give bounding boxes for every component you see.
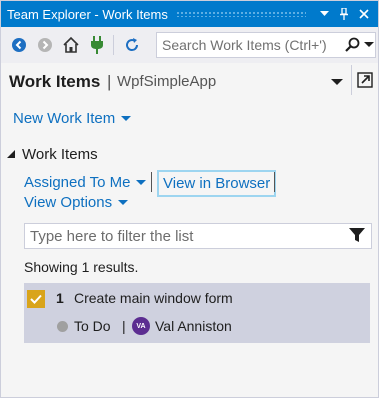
chevron-down-icon	[136, 179, 147, 185]
header-separator: |	[107, 72, 112, 91]
search-input[interactable]	[157, 37, 342, 53]
refresh-icon	[126, 38, 139, 51]
section-title: Work Items	[22, 146, 98, 163]
forward-icon	[38, 38, 52, 52]
team-explorer-window: Team Explorer - Work Items Search Work I…	[0, 0, 379, 398]
work-item-title[interactable]: Create main window form	[74, 290, 233, 306]
drag-grip[interactable]	[175, 11, 306, 17]
filter-icon[interactable]	[349, 227, 365, 243]
work-item-row[interactable]: 1 Create main window form To Do | VA Val…	[24, 283, 370, 343]
work-item-id: 1	[56, 290, 64, 306]
new-work-item-link[interactable]: New Work Item	[13, 110, 132, 127]
collapse-triangle-icon	[7, 150, 15, 158]
close-button[interactable]	[354, 1, 374, 27]
view-in-browser-link[interactable]: View in Browser	[157, 170, 277, 197]
view-options-link[interactable]: View Options	[24, 194, 129, 211]
avatar: VA	[132, 317, 150, 335]
toolbar-separator	[113, 35, 114, 55]
forward-button[interactable]	[33, 33, 57, 57]
task-type-icon	[27, 290, 45, 308]
back-button[interactable]	[7, 33, 31, 57]
new-work-item-label: New Work Item	[13, 110, 116, 127]
filter-input[interactable]	[25, 227, 340, 245]
link-separator	[151, 172, 152, 192]
work-item-assignee: Val Anniston	[155, 318, 232, 334]
window-title: Team Explorer - Work Items	[7, 6, 168, 22]
page-title: Work Items	[9, 72, 101, 91]
pin-icon	[340, 8, 348, 20]
connect-button[interactable]	[85, 33, 109, 57]
work-items-section-header[interactable]: Work Items	[7, 146, 98, 163]
open-in-new-window-button[interactable]	[351, 65, 378, 95]
connect-icon	[91, 36, 103, 54]
project-name: WpfSimpleApp	[117, 73, 217, 90]
chevron-down-icon	[118, 199, 129, 205]
window-dropdown-button[interactable]	[314, 1, 334, 27]
search-work-items-box[interactable]	[156, 32, 376, 58]
checkmark-icon	[30, 294, 42, 304]
pop-out-icon	[357, 72, 373, 88]
refresh-button[interactable]	[120, 33, 144, 57]
state-indicator-icon	[57, 321, 68, 332]
page-dropdown-button[interactable]	[331, 73, 347, 89]
home-button[interactable]	[59, 33, 83, 57]
pin-button[interactable]	[334, 1, 354, 27]
view-options-label: View Options	[24, 194, 113, 211]
navigation-toolbar	[1, 27, 378, 63]
home-icon	[63, 36, 79, 53]
meta-separator: |	[122, 318, 126, 334]
page-header: Work Items | WpfSimpleApp	[1, 63, 378, 101]
search-icon	[345, 37, 360, 52]
dropdown-icon	[319, 11, 329, 16]
close-icon	[359, 9, 369, 19]
chevron-down-icon	[331, 79, 343, 85]
title-bar[interactable]: Team Explorer - Work Items	[1, 1, 378, 27]
filter-list-box[interactable]	[24, 223, 372, 249]
work-item-state: To Do	[74, 318, 111, 334]
chevron-down-icon	[121, 115, 132, 121]
back-icon	[12, 38, 26, 52]
results-count: Showing 1 results.	[24, 259, 139, 275]
search-dropdown-icon[interactable]	[364, 42, 374, 48]
link-separator	[274, 172, 275, 192]
assigned-to-me-label: Assigned To Me	[24, 174, 131, 191]
search-button[interactable]	[344, 37, 374, 53]
assigned-to-me-link[interactable]: Assigned To Me	[24, 174, 147, 191]
